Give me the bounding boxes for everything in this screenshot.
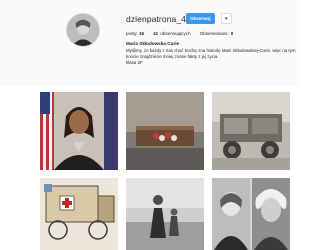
post-thumbnail[interactable] [212,178,290,250]
stat-followers-label: obserwujących [160,31,191,36]
stat-following-value: 0 [230,31,234,36]
post-thumbnail[interactable] [40,92,118,170]
bio-text-line: koncie znajdziecie mniej znane fakty z j… [126,54,219,59]
stat-posts-value: 16 [138,31,145,36]
post-thumbnail[interactable] [212,92,290,170]
post-thumbnail[interactable] [126,178,204,250]
stat-followers[interactable]: 41 obserwujących [153,31,191,36]
avatar[interactable] [66,13,100,47]
stat-following[interactable]: Obserwowani: 0 [200,31,234,36]
more-options-button[interactable]: ▾ [221,13,232,24]
bio-text-line: klasa 2F [126,60,143,65]
stat-following-label: Obserwowani: [199,31,229,36]
profile-stats: posty 16 41 obserwujących Obserwowani: 0 [126,31,233,36]
stat-posts-label: posty [126,31,137,36]
stat-followers-value: 41 [153,31,159,36]
stat-posts: posty 16 [126,31,144,36]
post-thumbnail[interactable] [126,92,204,170]
post-thumbnail[interactable] [40,178,118,250]
chevron-down-icon: ▾ [225,16,228,22]
username: dzienpatrona_4lo [126,14,193,24]
bio-name: Maria Skłodowska-Curie [126,41,180,46]
bio-text-line: Myślimy, że każdy z nas choć trochę zna … [126,48,296,53]
follow-button[interactable]: Obserwuj [186,13,215,24]
